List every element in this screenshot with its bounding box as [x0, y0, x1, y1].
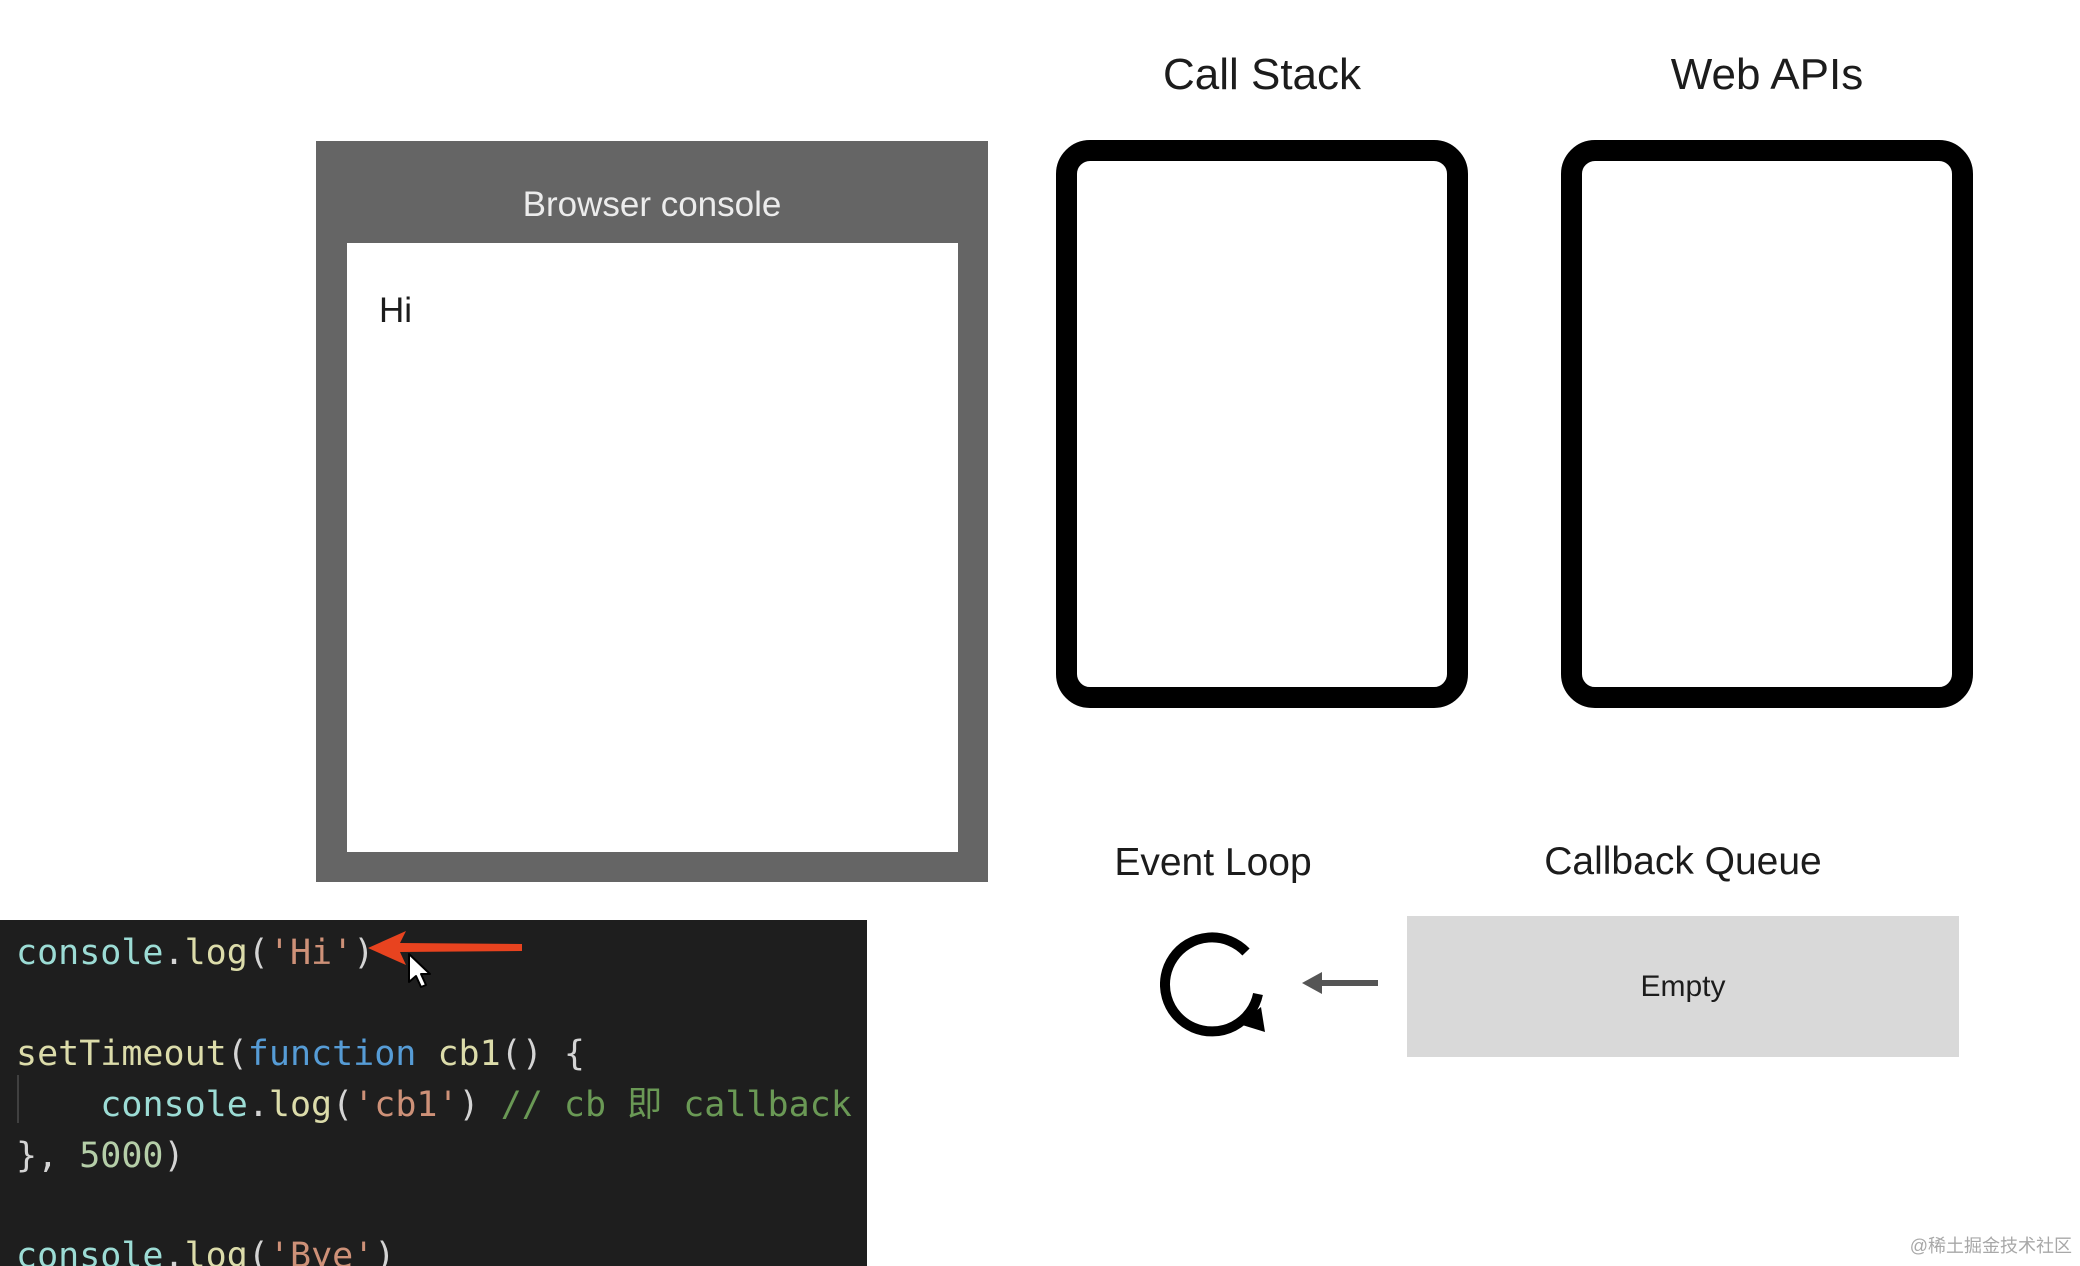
console-title: Browser console	[522, 185, 782, 224]
console-output-area: Hi	[347, 243, 958, 852]
web-apis-title: Web APIs	[1670, 50, 1864, 99]
code-token: cb1	[416, 1034, 501, 1074]
code-editor: console.log('Hi') setTimeout(function cb…	[0, 920, 867, 1266]
callback-queue-title: Callback Queue	[1544, 840, 1822, 883]
event-loop-icon	[1160, 932, 1265, 1037]
code-token: (	[332, 1085, 354, 1125]
code-line-4: console.log('cb1') // cb 即 callback	[16, 1085, 852, 1125]
code-token: 5000	[79, 1136, 164, 1176]
code-token: (	[226, 1034, 248, 1074]
code-token: console	[16, 933, 164, 973]
left-arrow-icon	[1302, 972, 1378, 994]
event-loop-title: Event Loop	[1114, 841, 1312, 884]
code-line-3: setTimeout(function cb1() {	[16, 1037, 585, 1072]
code-comment: // cb 即 callback	[500, 1085, 852, 1125]
callback-queue-box: Empty	[1407, 916, 1959, 1057]
code-token: function	[247, 1034, 417, 1074]
current-line-arrow-icon	[368, 931, 522, 965]
code-token: )	[163, 1136, 185, 1176]
watermark: @稀土掘金技术社区	[1909, 1236, 2072, 1256]
web-apis-box	[1561, 140, 1973, 708]
console-output-line: Hi	[379, 291, 413, 330]
call-stack-box	[1056, 140, 1468, 708]
code-token: () {	[500, 1034, 585, 1074]
code-line-5: }, 5000)	[16, 1139, 185, 1174]
code-token: 'Hi'	[268, 933, 354, 973]
code-token: log	[184, 933, 248, 973]
code-token: )	[374, 1236, 396, 1266]
code-token: log	[184, 1236, 248, 1266]
code-token: 'Bye'	[268, 1236, 375, 1266]
code-token: console	[100, 1085, 248, 1125]
code-token: (	[247, 1236, 269, 1266]
code-token: .	[247, 1085, 269, 1125]
code-token: .	[163, 1236, 185, 1266]
code-token: .	[163, 933, 185, 973]
code-token: log	[268, 1085, 333, 1125]
queue-status: Empty	[1640, 969, 1726, 1003]
code-token: 'cb1'	[353, 1085, 459, 1125]
code-line-1: console.log('Hi')	[16, 936, 374, 971]
call-stack-title: Call Stack	[1162, 50, 1362, 99]
code-token: (	[247, 933, 269, 973]
code-token: },	[16, 1136, 80, 1176]
code-token: )	[458, 1085, 501, 1125]
code-token: setTimeout	[16, 1034, 227, 1074]
code-token: console	[16, 1236, 164, 1266]
mouse-cursor-icon	[408, 953, 431, 988]
browser-console: Browser console Hi	[316, 141, 988, 882]
code-line-7: console.log('Bye')	[16, 1239, 395, 1266]
